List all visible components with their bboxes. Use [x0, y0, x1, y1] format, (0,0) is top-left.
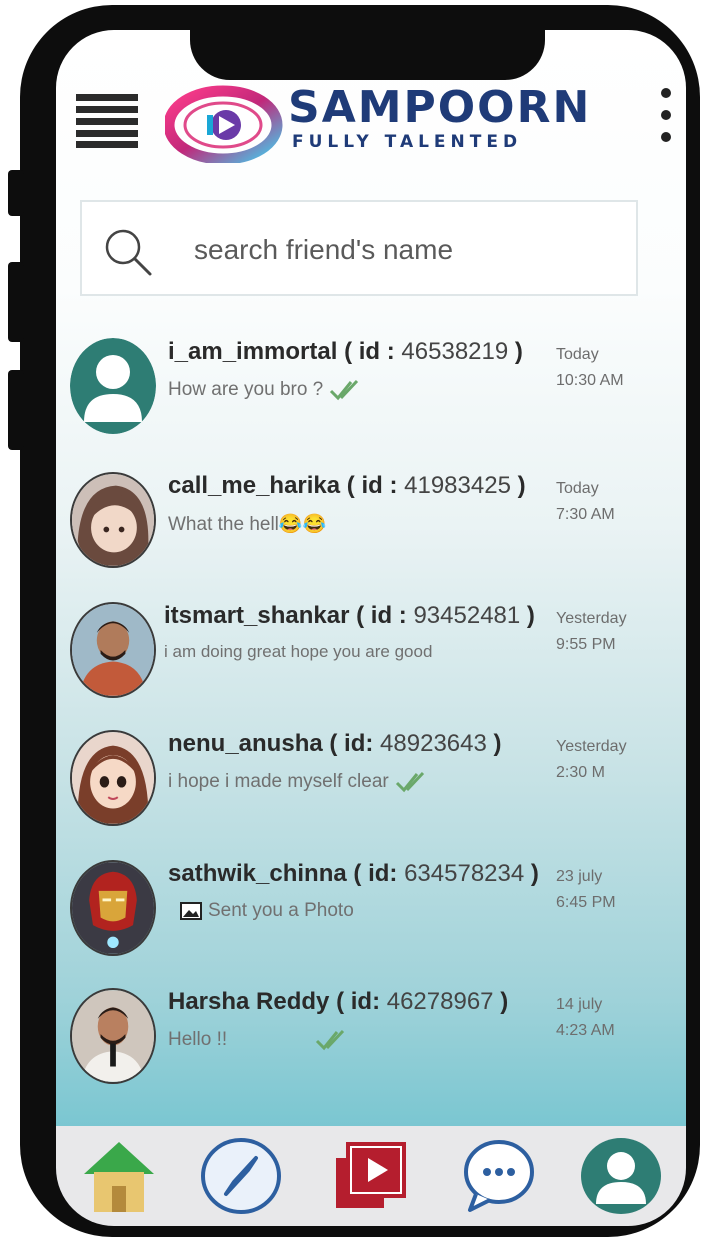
- id-label: id:: [368, 860, 398, 887]
- man-with-mic-avatar: [70, 988, 156, 1084]
- time-clock: 6:45 PM: [556, 894, 616, 911]
- contact-id: 93452481: [413, 602, 521, 629]
- preview-text: What the hell: [168, 514, 279, 535]
- contact-id: 41983425: [404, 472, 511, 499]
- id-label: id :: [370, 602, 407, 629]
- message-time: Today 10:30 AM: [556, 342, 624, 394]
- profile-icon[interactable]: [576, 1134, 666, 1218]
- compass-icon[interactable]: [196, 1134, 286, 1218]
- double-check-icon: [330, 379, 359, 401]
- menu-icon[interactable]: [76, 94, 138, 148]
- brand: SAMPOORN FULLY TALENTED: [288, 82, 608, 153]
- contact-name: nenu_anusha: [168, 730, 323, 757]
- side-button: [8, 370, 24, 450]
- message-preview: Sent you a Photo: [180, 900, 354, 922]
- search-icon[interactable]: [100, 224, 154, 278]
- double-check-icon: [316, 1029, 345, 1051]
- default-avatar-icon: [70, 338, 156, 434]
- preview-text: Hello !!: [168, 1029, 228, 1051]
- time-day: Yesterday: [556, 610, 627, 627]
- preview-text: i am doing great hope you are good: [164, 642, 433, 661]
- message-preview: How are you bro ?: [168, 378, 361, 402]
- contact-line: Harsha Reddy ( id: 46278967 ): [168, 988, 509, 1015]
- photo-icon: [180, 901, 202, 920]
- message-time: 23 july 6:45 PM: [556, 864, 616, 916]
- man-avatar: [70, 602, 156, 698]
- cartoon-girl-avatar: [70, 730, 156, 826]
- id-label: id :: [361, 472, 398, 499]
- more-options-icon[interactable]: [658, 88, 674, 144]
- brand-name: SAMPOORN: [288, 82, 592, 133]
- contact-line: call_me_harika ( id : 41983425 ): [168, 472, 526, 499]
- logo-icon: [165, 85, 283, 163]
- chat-item[interactable]: itsmart_shankar ( id : 93452481 ) i am d…: [70, 602, 650, 712]
- preview-text: Sent you a Photo: [208, 900, 354, 921]
- id-label: id:: [344, 730, 374, 757]
- preview-text: i hope i made myself clear: [168, 771, 389, 793]
- time-day: Yesterday: [556, 738, 627, 755]
- id-label: id :: [358, 338, 395, 365]
- contact-line: sathwik_chinna ( id: 634578234 ): [168, 860, 539, 887]
- contact-name: Harsha Reddy: [168, 988, 330, 1015]
- contact-name: i_am_immortal: [168, 338, 338, 365]
- message-preview: Hello !!: [168, 1028, 347, 1052]
- time-day: Today: [556, 346, 599, 363]
- message-time: 14 july 4:23 AM: [556, 992, 615, 1044]
- preview-text: How are you bro ?: [168, 379, 324, 401]
- double-check-icon: [395, 771, 424, 793]
- contact-name: sathwik_chinna: [168, 860, 347, 887]
- search-input[interactable]: [192, 222, 616, 278]
- id-label: id:: [350, 988, 381, 1015]
- chat-item[interactable]: nenu_anusha ( id: 48923643 ) i hope i ma…: [70, 730, 650, 840]
- time-clock: 2:30 M: [556, 764, 605, 781]
- time-clock: 10:30 AM: [556, 372, 624, 389]
- search-bar: [80, 200, 638, 296]
- bottom-nav: [56, 1126, 686, 1226]
- message-time: Yesterday 2:30 M: [556, 734, 627, 786]
- chat-item[interactable]: i_am_immortal ( id : 46538219 ) How are …: [70, 338, 650, 448]
- time-clock: 9:55 PM: [556, 636, 616, 653]
- contact-name: itsmart_shankar: [164, 602, 350, 629]
- chat-item[interactable]: sathwik_chinna ( id: 634578234 ) Sent yo…: [70, 860, 650, 970]
- contact-line: nenu_anusha ( id: 48923643 ): [168, 730, 502, 757]
- contact-line: i_am_immortal ( id : 46538219 ): [168, 338, 523, 365]
- contact-line: itsmart_shankar ( id : 93452481 ): [164, 602, 535, 629]
- chat-item[interactable]: call_me_harika ( id : 41983425 ) What th…: [70, 472, 650, 582]
- video-library-icon[interactable]: [326, 1134, 416, 1218]
- message-preview: i hope i made myself clear: [168, 770, 427, 794]
- contact-id: 48923643: [380, 730, 487, 757]
- brand-tagline: FULLY TALENTED: [292, 132, 523, 152]
- ironman-avatar: [70, 860, 156, 956]
- message-time: Today 7:30 AM: [556, 476, 615, 528]
- chat-item[interactable]: Harsha Reddy ( id: 46278967 ) Hello !! 1…: [70, 988, 650, 1098]
- contact-name: call_me_harika: [168, 472, 341, 499]
- message-preview: i am doing great hope you are good: [164, 642, 432, 662]
- side-button: [8, 170, 24, 216]
- message-time: Yesterday 9:55 PM: [556, 606, 627, 658]
- anime-girl-avatar: [70, 472, 156, 568]
- message-preview: What the hell😂😂: [168, 512, 326, 536]
- time-day: 14 july: [556, 996, 603, 1013]
- time-day: 23 july: [556, 868, 603, 885]
- emoji: 😂😂: [278, 514, 327, 535]
- contact-id: 46538219: [401, 338, 509, 365]
- time-clock: 7:30 AM: [556, 506, 615, 523]
- time-clock: 4:23 AM: [556, 1022, 615, 1039]
- contact-id: 634578234: [404, 860, 525, 887]
- chat-bubble-icon[interactable]: [454, 1134, 544, 1218]
- home-icon[interactable]: [74, 1134, 164, 1218]
- time-day: Today: [556, 480, 599, 497]
- contact-id: 46278967: [386, 988, 494, 1015]
- notch: [190, 30, 545, 80]
- side-button: [8, 262, 24, 342]
